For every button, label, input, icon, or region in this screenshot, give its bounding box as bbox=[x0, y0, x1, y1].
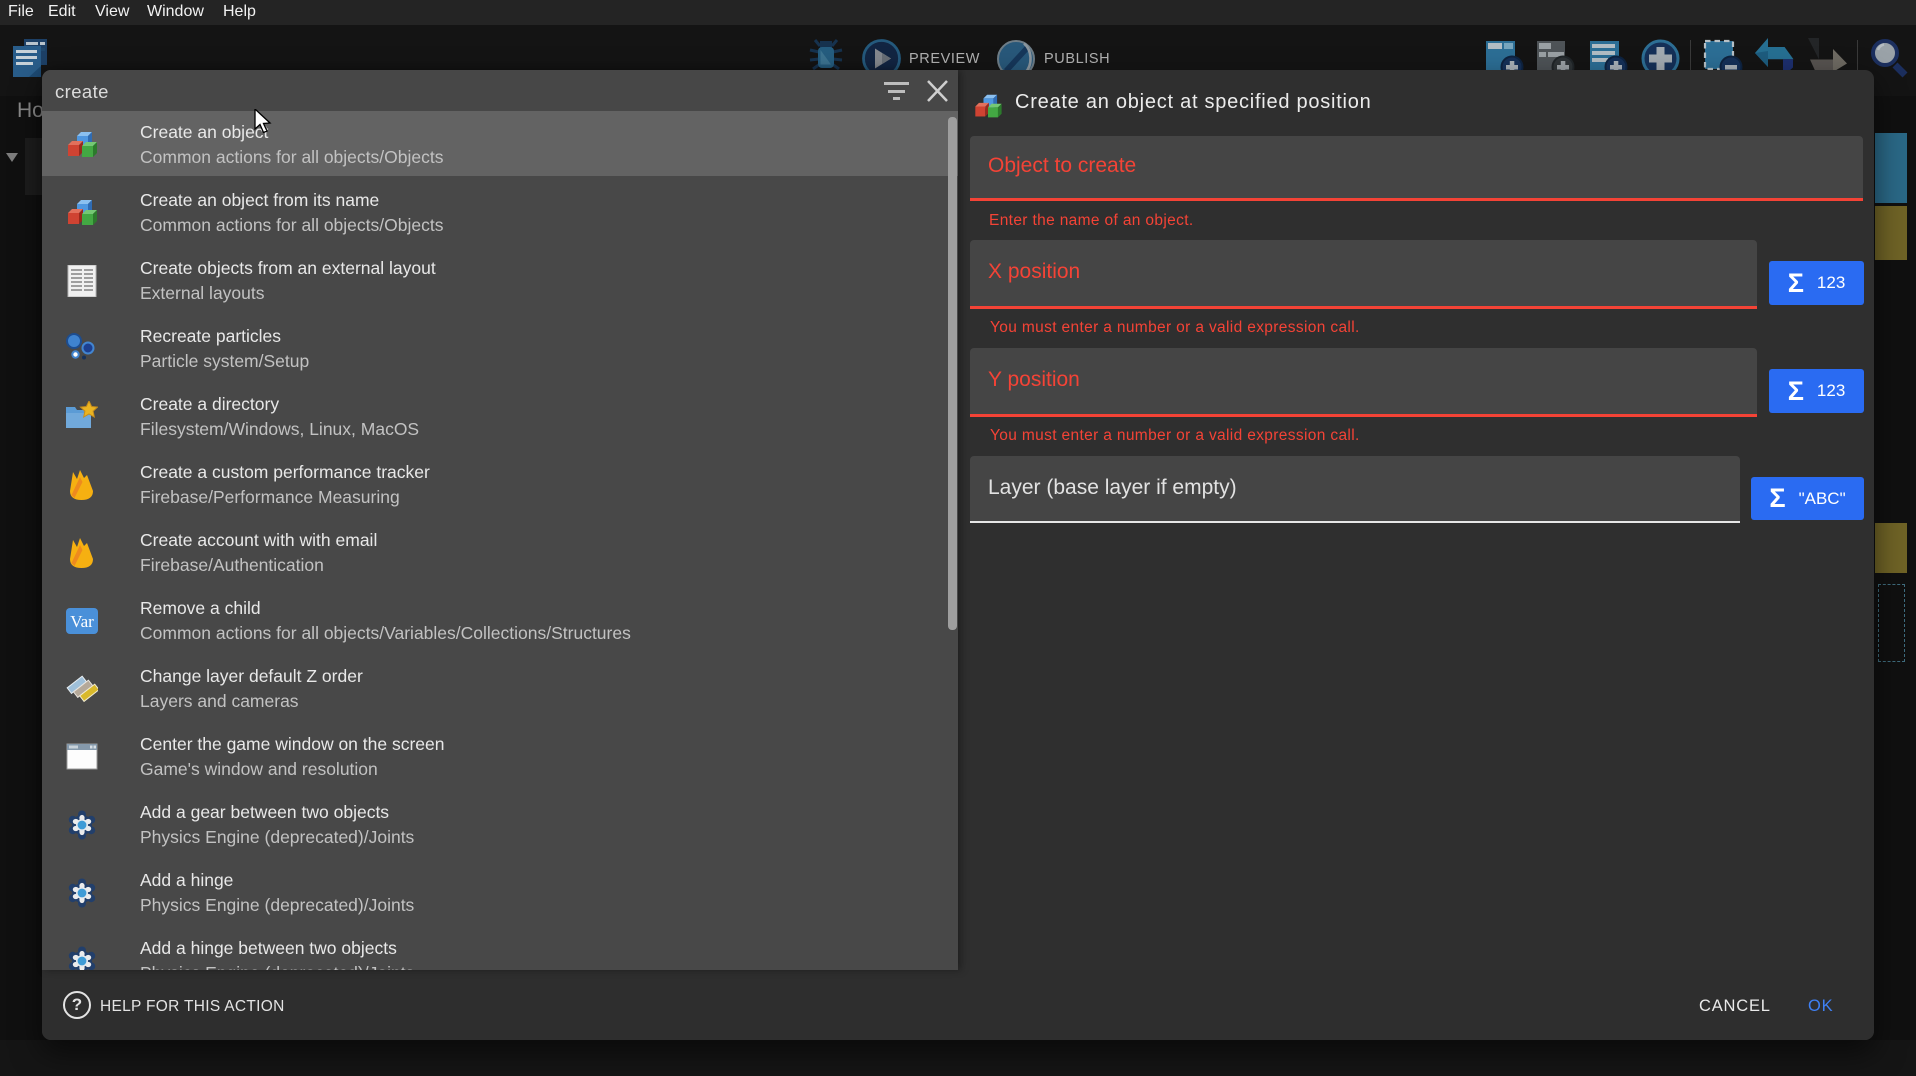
svg-text:Var: Var bbox=[70, 612, 94, 631]
